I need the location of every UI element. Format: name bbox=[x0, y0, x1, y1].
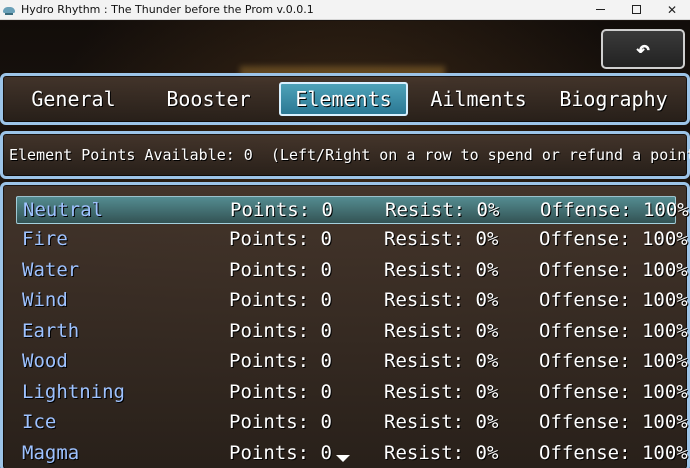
minimize-button[interactable] bbox=[582, 0, 618, 20]
tab-bar: General Booster Elements Ailments Biogra… bbox=[0, 73, 690, 125]
element-name: Magma bbox=[22, 442, 80, 464]
tab-booster[interactable]: Booster bbox=[144, 82, 273, 116]
element-row-magma[interactable]: Magma Points: 0 Resist: 0% Offense: 100% bbox=[16, 440, 688, 468]
element-resist: Resist: 0% bbox=[384, 289, 499, 311]
element-name: Ice bbox=[22, 411, 57, 433]
element-offense: Offense: 100% bbox=[539, 381, 688, 403]
minimize-icon bbox=[595, 9, 605, 10]
element-name: Wood bbox=[22, 350, 68, 372]
element-resist: Resist: 0% bbox=[384, 320, 499, 342]
game-screen: ↶ General Booster Elements Ailments Biog… bbox=[0, 21, 690, 468]
element-name: Wind bbox=[22, 289, 68, 311]
element-offense: Offense: 100% bbox=[539, 320, 688, 342]
element-resist: Resist: 0% bbox=[384, 442, 499, 464]
element-row-neutral[interactable]: Neutral Points: 0 Resist: 0% Offense: 10… bbox=[16, 196, 689, 224]
maximize-button[interactable] bbox=[618, 0, 654, 20]
close-button[interactable]: ✕ bbox=[654, 0, 690, 20]
window-titlebar: Hydro Rhythm : The Thunder before the Pr… bbox=[0, 0, 690, 20]
element-resist: Resist: 0% bbox=[384, 228, 499, 250]
tab-general[interactable]: General bbox=[9, 82, 138, 116]
element-resist: Resist: 0% bbox=[384, 259, 499, 281]
element-points: Points: 0 bbox=[229, 350, 332, 372]
element-offense: Offense: 100% bbox=[539, 289, 688, 311]
element-points: Points: 0 bbox=[229, 320, 332, 342]
element-offense: Offense: 100% bbox=[539, 442, 688, 464]
element-offense: Offense: 100% bbox=[539, 411, 688, 433]
element-resist: Resist: 0% bbox=[384, 411, 499, 433]
element-points: Points: 0 bbox=[229, 259, 332, 281]
element-name: Lightning bbox=[22, 381, 125, 403]
element-offense: Offense: 100% bbox=[540, 199, 689, 221]
element-row-lightning[interactable]: Lightning Points: 0 Resist: 0% Offense: … bbox=[16, 379, 688, 407]
element-offense: Offense: 100% bbox=[539, 350, 688, 372]
return-arrow-icon: ↶ bbox=[635, 35, 651, 63]
scroll-down-icon[interactable] bbox=[336, 455, 350, 462]
element-points: Points: 0 bbox=[229, 289, 332, 311]
element-row-fire[interactable]: Fire Points: 0 Resist: 0% Offense: 100% bbox=[16, 226, 688, 254]
element-points: Points: 0 bbox=[229, 411, 332, 433]
element-resist: Resist: 0% bbox=[385, 199, 500, 221]
element-points: Points: 0 bbox=[229, 442, 332, 464]
element-points-info: Element Points Available: 0 (Left/Right … bbox=[9, 146, 690, 164]
maximize-icon bbox=[631, 5, 641, 14]
element-points: Points: 0 bbox=[230, 199, 333, 221]
element-name: Water bbox=[22, 259, 80, 281]
element-points: Points: 0 bbox=[229, 228, 332, 250]
tab-elements[interactable]: Elements bbox=[279, 82, 408, 116]
info-panel: Element Points Available: 0 (Left/Right … bbox=[0, 131, 690, 179]
tab-ailments[interactable]: Ailments bbox=[414, 82, 543, 116]
window-title: Hydro Rhythm : The Thunder before the Pr… bbox=[21, 3, 314, 16]
element-resist: Resist: 0% bbox=[384, 350, 499, 372]
element-offense: Offense: 100% bbox=[539, 259, 688, 281]
element-points: Points: 0 bbox=[229, 381, 332, 403]
element-row-wind[interactable]: Wind Points: 0 Resist: 0% Offense: 100% bbox=[16, 287, 688, 315]
element-row-wood[interactable]: Wood Points: 0 Resist: 0% Offense: 100% bbox=[16, 348, 688, 376]
element-resist: Resist: 0% bbox=[384, 381, 499, 403]
element-name: Neutral bbox=[23, 199, 104, 221]
element-row-water[interactable]: Water Points: 0 Resist: 0% Offense: 100% bbox=[16, 257, 688, 285]
element-row-earth[interactable]: Earth Points: 0 Resist: 0% Offense: 100% bbox=[16, 318, 688, 346]
element-offense: Offense: 100% bbox=[539, 228, 688, 250]
app-icon bbox=[3, 5, 15, 15]
element-name: Earth bbox=[22, 320, 80, 342]
element-row-ice[interactable]: Ice Points: 0 Resist: 0% Offense: 100% bbox=[16, 409, 688, 437]
close-icon: ✕ bbox=[666, 2, 678, 17]
element-name: Fire bbox=[22, 228, 68, 250]
element-list: Neutral Points: 0 Resist: 0% Offense: 10… bbox=[0, 182, 690, 468]
tab-biography[interactable]: Biography bbox=[549, 82, 678, 116]
back-button[interactable]: ↶ bbox=[601, 29, 685, 69]
